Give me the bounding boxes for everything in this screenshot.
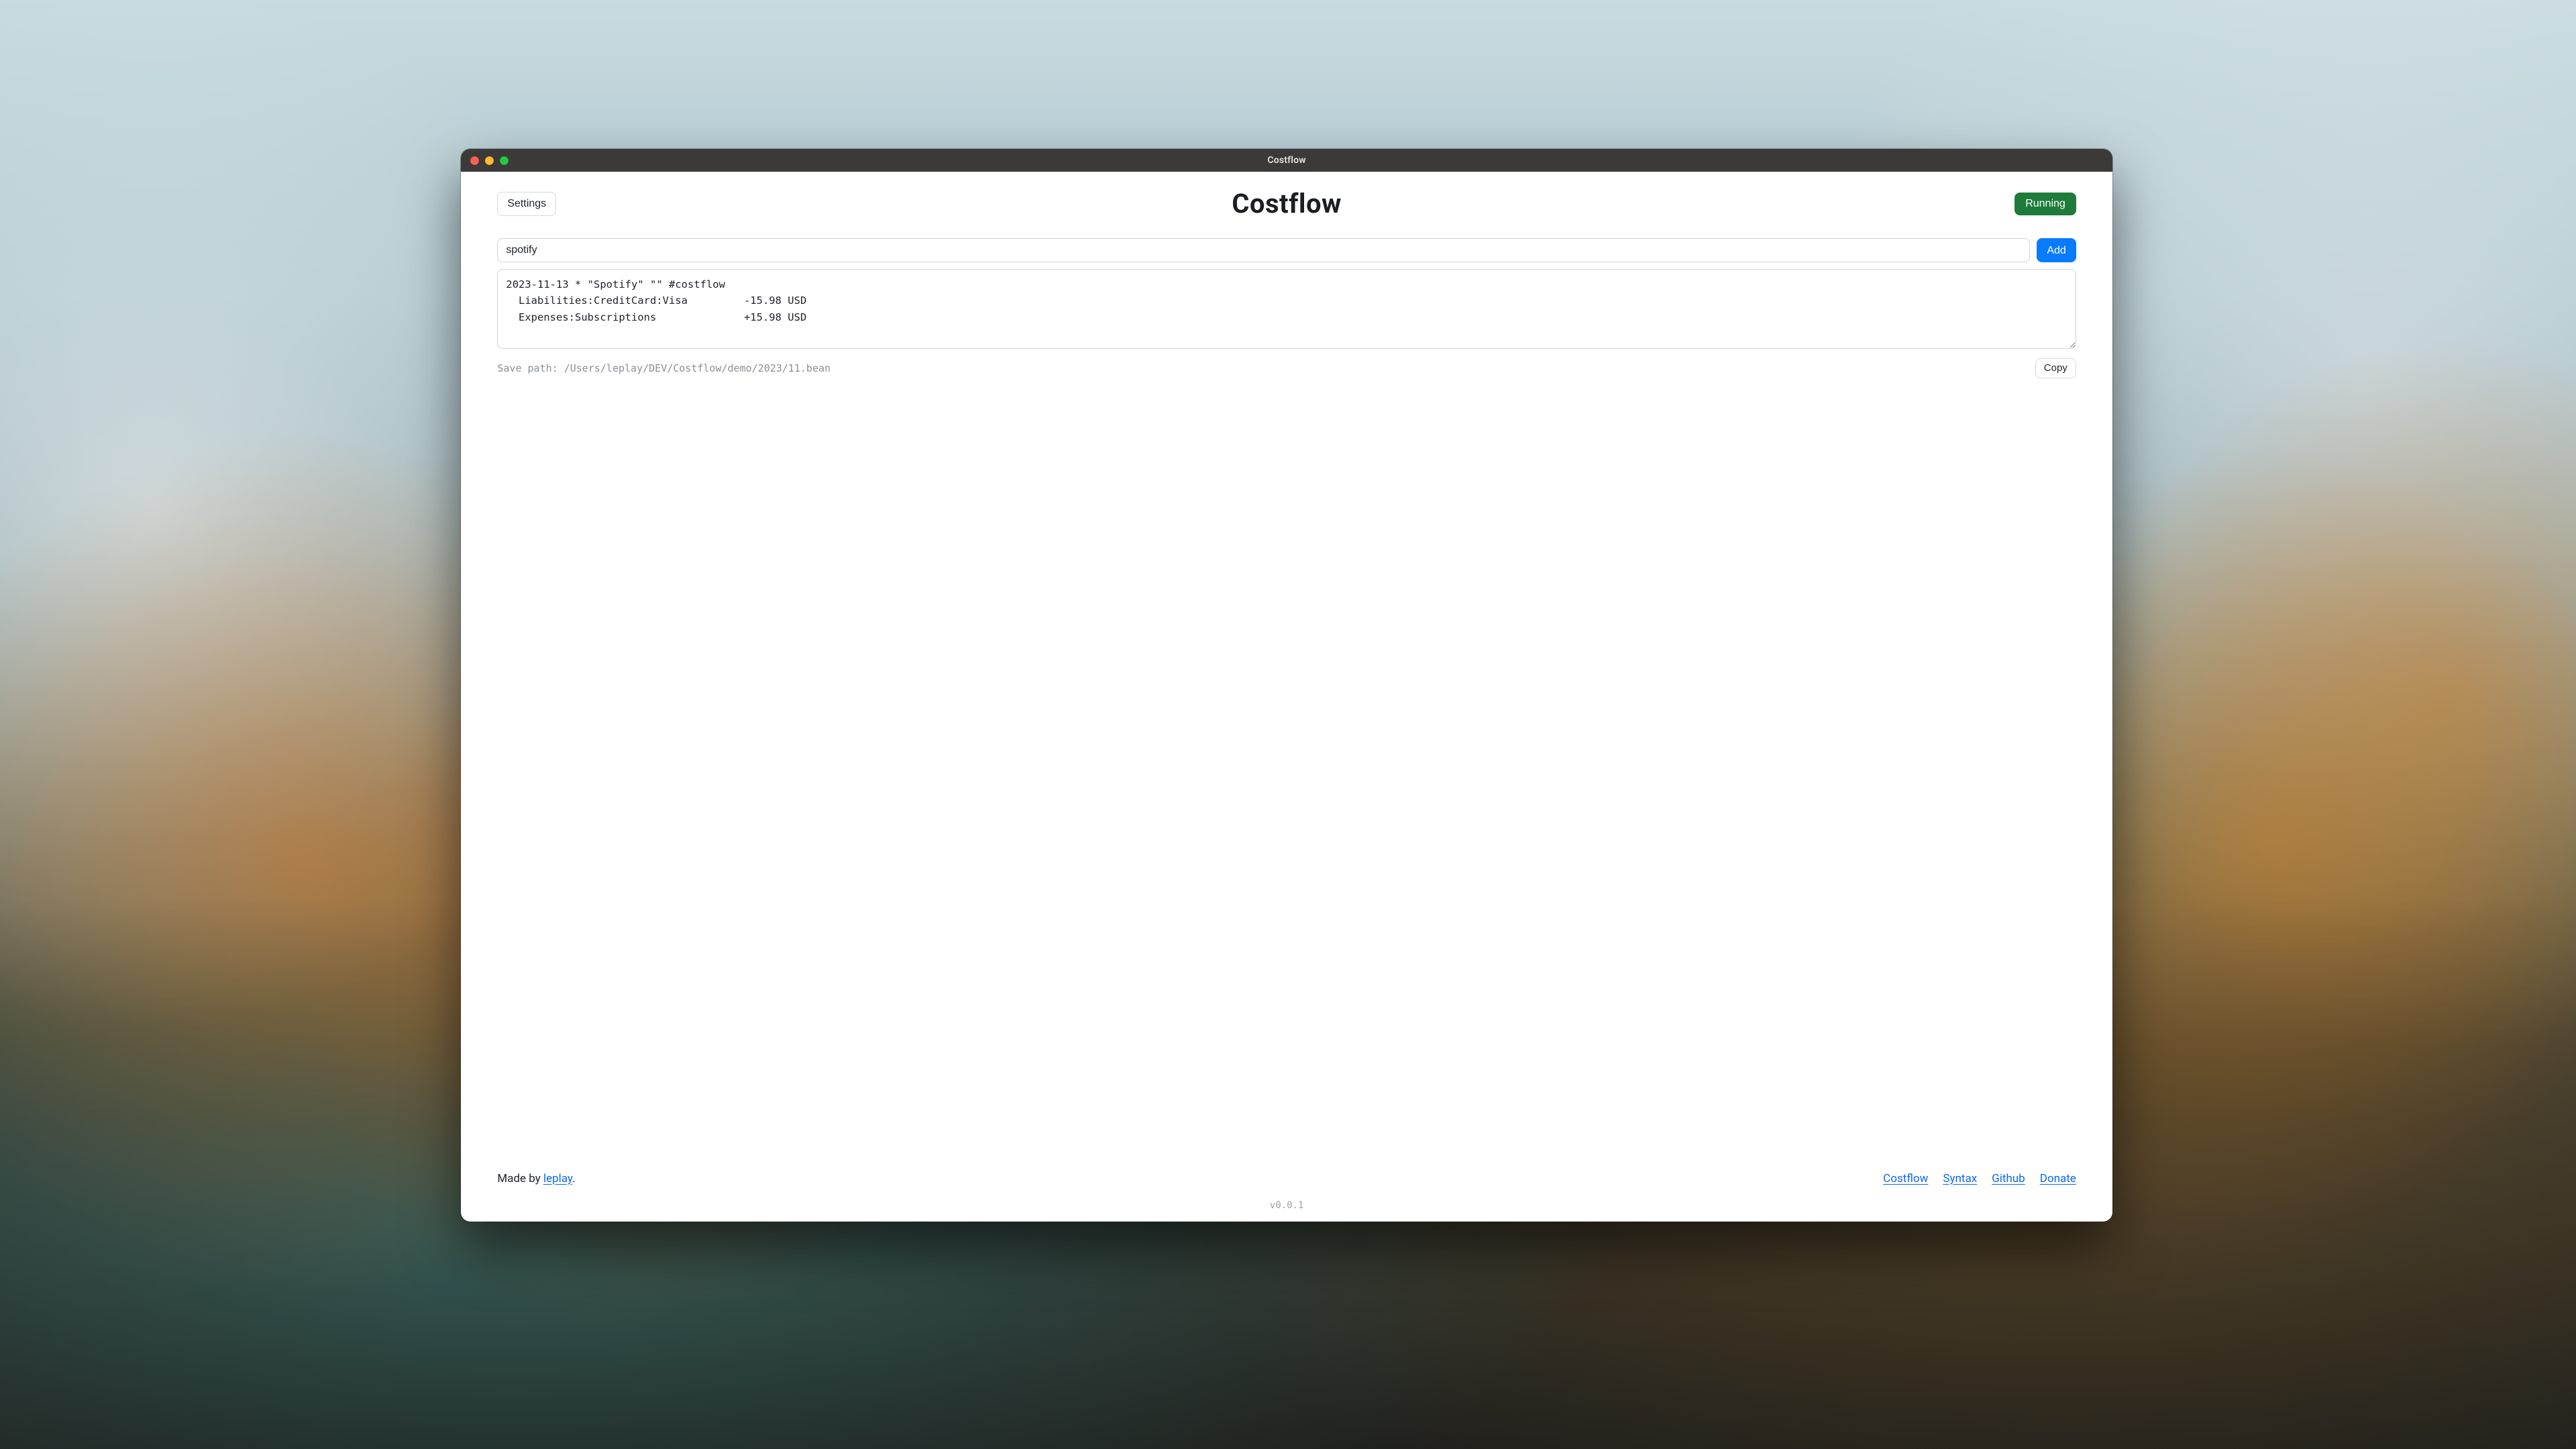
version-text: v0.0.1 [497, 1200, 2076, 1211]
save-path-text: Save path: /Users/leplay/DEV/Costflow/de… [497, 362, 830, 374]
status-badge[interactable]: Running [2015, 193, 2076, 215]
save-path-row: Save path: /Users/leplay/DEV/Costflow/de… [497, 358, 2076, 378]
entry-input[interactable] [497, 238, 2030, 262]
close-icon[interactable] [470, 156, 479, 165]
link-github[interactable]: Github [1992, 1172, 2025, 1185]
header-row: Settings Costflow Running [497, 188, 2076, 219]
made-by-suffix: . [572, 1172, 575, 1185]
settings-button[interactable]: Settings [497, 192, 556, 215]
app-title: Costflow [1232, 188, 1342, 219]
made-by: Made by leplay. [497, 1172, 575, 1185]
window-content: Settings Costflow Running Add Save path:… [461, 172, 2112, 1221]
add-button[interactable]: Add [2037, 238, 2076, 262]
copy-button[interactable]: Copy [2035, 358, 2076, 378]
window-title: Costflow [461, 155, 2112, 166]
zoom-icon[interactable] [500, 156, 508, 165]
footer-row: Made by leplay. Costflow Syntax Github D… [497, 1172, 2076, 1185]
output-textarea[interactable] [497, 269, 2076, 348]
footer: Made by leplay. Costflow Syntax Github D… [497, 1152, 2076, 1215]
minimize-icon[interactable] [485, 156, 494, 165]
app-window: Costflow Settings Costflow Running Add S… [461, 149, 2112, 1221]
link-syntax[interactable]: Syntax [1943, 1172, 1977, 1185]
entry-row: Add [497, 238, 2076, 262]
link-donate[interactable]: Donate [2040, 1172, 2076, 1185]
made-by-prefix: Made by [497, 1172, 543, 1185]
window-controls [461, 156, 508, 165]
titlebar[interactable]: Costflow [461, 149, 2112, 172]
author-link[interactable]: leplay [543, 1172, 572, 1185]
footer-links: Costflow Syntax Github Donate [1883, 1172, 2076, 1185]
link-costflow[interactable]: Costflow [1883, 1172, 1928, 1185]
